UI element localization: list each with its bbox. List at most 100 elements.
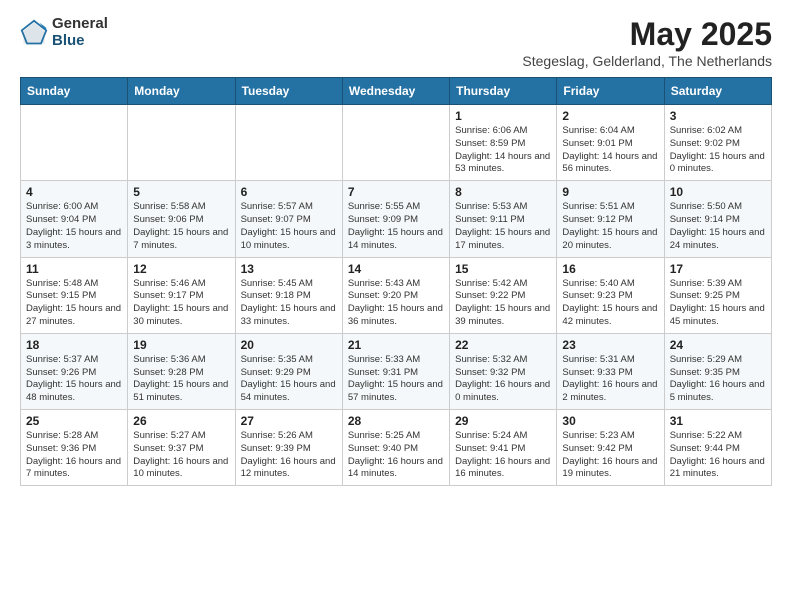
week-row-2: 4Sunrise: 6:00 AM Sunset: 9:04 PM Daylig… <box>21 181 772 257</box>
calendar-cell: 27Sunrise: 5:26 AM Sunset: 9:39 PM Dayli… <box>235 410 342 486</box>
day-info: Sunrise: 5:25 AM Sunset: 9:40 PM Dayligh… <box>348 430 444 481</box>
calendar-cell: 5Sunrise: 5:58 AM Sunset: 9:06 PM Daylig… <box>128 181 235 257</box>
day-info: Sunrise: 5:29 AM Sunset: 9:35 PM Dayligh… <box>670 354 766 405</box>
day-number: 28 <box>348 414 444 428</box>
day-number: 16 <box>562 262 658 276</box>
day-number: 9 <box>562 185 658 199</box>
day-number: 23 <box>562 338 658 352</box>
header-thursday: Thursday <box>450 78 557 105</box>
day-number: 25 <box>26 414 122 428</box>
calendar-cell: 8 Sunrise: 5:53 AM Sunset: 9:11 PM Daylig… <box>450 181 557 257</box>
calendar-table: Sunday Monday Tuesday Wednesday Thursday… <box>20 77 772 486</box>
day-info: Sunrise: 5:45 AM Sunset: 9:18 PM Dayligh… <box>241 278 337 329</box>
calendar-cell <box>21 105 128 181</box>
calendar-cell <box>128 105 235 181</box>
calendar-cell: 12 Sunrise: 5:46 AM Sunset: 9:17 PM Dayli… <box>128 257 235 333</box>
day-info: Sunrise: 5:36 AM Sunset: 9:28 PM Dayligh… <box>133 354 229 405</box>
location-text: Stegeslag, Gelderland, The Netherlands <box>522 53 772 69</box>
header-tuesday: Tuesday <box>235 78 342 105</box>
day-number: 3 <box>670 109 766 123</box>
day-info: Sunrise: 5:53 AM Sunset: 9:11 PM Dayligh… <box>455 201 551 252</box>
logo-general-text: General <box>52 16 108 33</box>
day-info: Sunrise: 5:27 AM Sunset: 9:37 PM Dayligh… <box>133 430 229 481</box>
calendar-cell: 25Sunrise: 5:28 AM Sunset: 9:36 PM Dayli… <box>21 410 128 486</box>
calendar-cell: 4Sunrise: 6:00 AM Sunset: 9:04 PM Daylig… <box>21 181 128 257</box>
day-number: 14 <box>348 262 444 276</box>
calendar-cell: 9Sunrise: 5:51 AM Sunset: 9:12 PM Daylig… <box>557 181 664 257</box>
day-info: Sunrise: 5:48 AM Sunset: 9:15 PM Dayligh… <box>26 278 122 329</box>
calendar-cell: 16 Sunrise: 5:40 AM Sunset: 9:23 PM Dayli… <box>557 257 664 333</box>
calendar-cell: 31 Sunrise: 5:22 AM Sunset: 9:44 PM Dayli… <box>664 410 771 486</box>
calendar-cell <box>342 105 449 181</box>
day-number: 22 <box>455 338 551 352</box>
day-info: Sunrise: 6:02 AM Sunset: 9:02 PM Dayligh… <box>670 125 766 176</box>
day-number: 24 <box>670 338 766 352</box>
header-monday: Monday <box>128 78 235 105</box>
day-number: 26 <box>133 414 229 428</box>
week-row-4: 18Sunrise: 5:37 AM Sunset: 9:26 PM Dayli… <box>21 333 772 409</box>
calendar-cell: 24 Sunrise: 5:29 AM Sunset: 9:35 PM Dayli… <box>664 333 771 409</box>
logo: General Blue <box>20 16 108 49</box>
logo-blue-text: Blue <box>52 33 108 50</box>
calendar-cell: 30Sunrise: 5:23 AM Sunset: 9:42 PM Dayli… <box>557 410 664 486</box>
page-container: General Blue May 2025 Stegeslag, Gelderl… <box>0 0 792 496</box>
day-info: Sunrise: 6:00 AM Sunset: 9:04 PM Dayligh… <box>26 201 122 252</box>
calendar-cell: 17 Sunrise: 5:39 AM Sunset: 9:25 PM Dayli… <box>664 257 771 333</box>
header-friday: Friday <box>557 78 664 105</box>
day-info: Sunrise: 6:06 AM Sunset: 8:59 PM Dayligh… <box>455 125 551 176</box>
logo-text: General Blue <box>52 16 108 49</box>
calendar-cell: 23 Sunrise: 5:31 AM Sunset: 9:33 PM Dayli… <box>557 333 664 409</box>
day-number: 19 <box>133 338 229 352</box>
day-info: Sunrise: 5:43 AM Sunset: 9:20 PM Dayligh… <box>348 278 444 329</box>
day-number: 15 <box>455 262 551 276</box>
calendar-cell: 2 Sunrise: 6:04 AM Sunset: 9:01 PM Daylig… <box>557 105 664 181</box>
day-info: Sunrise: 5:42 AM Sunset: 9:22 PM Dayligh… <box>455 278 551 329</box>
calendar-cell: 21 Sunrise: 5:33 AM Sunset: 9:31 PM Dayli… <box>342 333 449 409</box>
day-number: 11 <box>26 262 122 276</box>
day-number: 13 <box>241 262 337 276</box>
month-year-title: May 2025 <box>522 16 772 53</box>
header-wednesday: Wednesday <box>342 78 449 105</box>
calendar-cell: 28 Sunrise: 5:25 AM Sunset: 9:40 PM Dayli… <box>342 410 449 486</box>
calendar-cell: 3 Sunrise: 6:02 AM Sunset: 9:02 PM Daylig… <box>664 105 771 181</box>
day-info: Sunrise: 5:40 AM Sunset: 9:23 PM Dayligh… <box>562 278 658 329</box>
day-number: 2 <box>562 109 658 123</box>
week-row-5: 25Sunrise: 5:28 AM Sunset: 9:36 PM Dayli… <box>21 410 772 486</box>
day-number: 17 <box>670 262 766 276</box>
day-info: Sunrise: 5:24 AM Sunset: 9:41 PM Dayligh… <box>455 430 551 481</box>
day-number: 7 <box>348 185 444 199</box>
logo-icon <box>20 19 48 47</box>
weekday-header-row: Sunday Monday Tuesday Wednesday Thursday… <box>21 78 772 105</box>
day-number: 31 <box>670 414 766 428</box>
day-info: Sunrise: 6:04 AM Sunset: 9:01 PM Dayligh… <box>562 125 658 176</box>
day-info: Sunrise: 5:22 AM Sunset: 9:44 PM Dayligh… <box>670 430 766 481</box>
day-info: Sunrise: 5:39 AM Sunset: 9:25 PM Dayligh… <box>670 278 766 329</box>
header-saturday: Saturday <box>664 78 771 105</box>
day-info: Sunrise: 5:26 AM Sunset: 9:39 PM Dayligh… <box>241 430 337 481</box>
day-info: Sunrise: 5:46 AM Sunset: 9:17 PM Dayligh… <box>133 278 229 329</box>
calendar-cell: 18Sunrise: 5:37 AM Sunset: 9:26 PM Dayli… <box>21 333 128 409</box>
day-number: 12 <box>133 262 229 276</box>
day-number: 29 <box>455 414 551 428</box>
calendar-cell: 13 Sunrise: 5:45 AM Sunset: 9:18 PM Dayli… <box>235 257 342 333</box>
day-info: Sunrise: 5:58 AM Sunset: 9:06 PM Dayligh… <box>133 201 229 252</box>
calendar-cell: 20 Sunrise: 5:35 AM Sunset: 9:29 PM Dayli… <box>235 333 342 409</box>
day-number: 8 <box>455 185 551 199</box>
day-number: 21 <box>348 338 444 352</box>
calendar-cell: 10Sunrise: 5:50 AM Sunset: 9:14 PM Dayli… <box>664 181 771 257</box>
day-number: 1 <box>455 109 551 123</box>
day-info: Sunrise: 5:37 AM Sunset: 9:26 PM Dayligh… <box>26 354 122 405</box>
calendar-cell: 1 Sunrise: 6:06 AM Sunset: 8:59 PM Daylig… <box>450 105 557 181</box>
day-info: Sunrise: 5:35 AM Sunset: 9:29 PM Dayligh… <box>241 354 337 405</box>
day-info: Sunrise: 5:32 AM Sunset: 9:32 PM Dayligh… <box>455 354 551 405</box>
day-number: 20 <box>241 338 337 352</box>
calendar-cell: 6Sunrise: 5:57 AM Sunset: 9:07 PM Daylig… <box>235 181 342 257</box>
calendar-cell: 14 Sunrise: 5:43 AM Sunset: 9:20 PM Dayli… <box>342 257 449 333</box>
calendar-cell: 11 Sunrise: 5:48 AM Sunset: 9:15 PM Dayli… <box>21 257 128 333</box>
day-info: Sunrise: 5:55 AM Sunset: 9:09 PM Dayligh… <box>348 201 444 252</box>
day-info: Sunrise: 5:33 AM Sunset: 9:31 PM Dayligh… <box>348 354 444 405</box>
calendar-cell: 26 Sunrise: 5:27 AM Sunset: 9:37 PM Dayli… <box>128 410 235 486</box>
day-number: 30 <box>562 414 658 428</box>
day-info: Sunrise: 5:50 AM Sunset: 9:14 PM Dayligh… <box>670 201 766 252</box>
day-info: Sunrise: 5:31 AM Sunset: 9:33 PM Dayligh… <box>562 354 658 405</box>
